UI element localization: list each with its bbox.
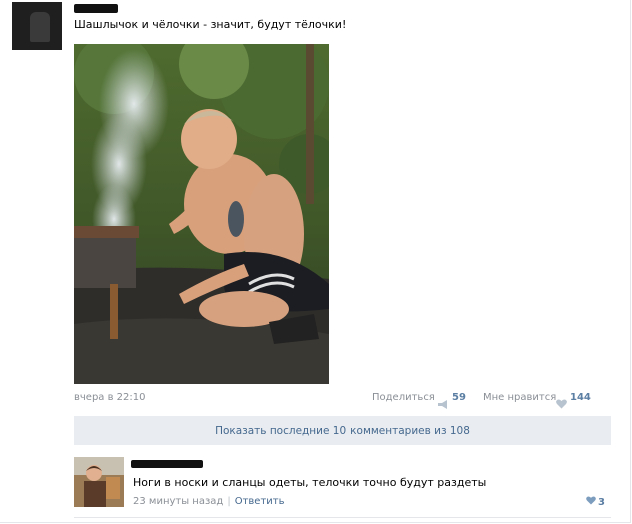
heart-icon — [586, 496, 596, 508]
comment-meta: 23 минуты назад | Ответить — [133, 496, 285, 507]
post-text: Шашлычок и чёлочки - значит, будут тёлоч… — [74, 18, 347, 31]
reply-button[interactable]: Ответить — [235, 496, 285, 507]
comments-total-label: комментариев из 108 — [350, 424, 470, 437]
comment-avatar[interactable] — [74, 457, 124, 507]
post-timestamp[interactable]: вчера в 22:10 — [74, 392, 146, 403]
share-count: 59 — [452, 392, 466, 403]
comment-timestamp[interactable]: 23 минуты назад — [133, 496, 223, 507]
comment-like-button[interactable]: 3 — [586, 496, 605, 508]
meta-separator: | — [227, 496, 231, 507]
heart-icon[interactable] — [556, 394, 567, 413]
like-count: 144 — [570, 392, 591, 403]
comment-like-count: 3 — [598, 496, 605, 508]
like-button[interactable]: Мне нравится — [483, 392, 556, 403]
photo-illustration — [74, 44, 329, 384]
megaphone-icon[interactable] — [438, 394, 449, 413]
comment-author-redacted[interactable] — [131, 460, 203, 468]
show-last-label: Показать последние 10 — [215, 424, 347, 437]
share-button[interactable]: Поделиться — [372, 392, 435, 403]
author-name-redacted[interactable] — [74, 4, 118, 13]
show-more-comments-button[interactable]: Показать последние 10 комментариев из 10… — [74, 416, 611, 445]
author-avatar[interactable] — [12, 2, 62, 50]
comment-avatar-illustration — [74, 457, 124, 507]
comment-divider — [74, 517, 611, 518]
comment-text: Ноги в носки и сланцы одеты, телочки точ… — [133, 476, 487, 489]
post-photo[interactable] — [74, 44, 329, 384]
avatar-silhouette — [30, 12, 50, 42]
